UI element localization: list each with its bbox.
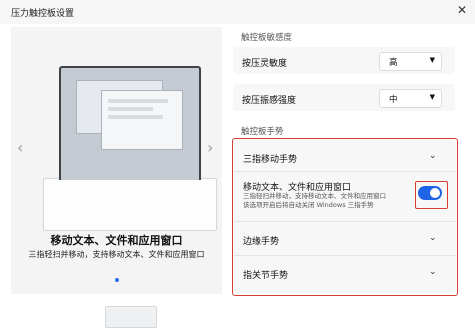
divider bbox=[234, 221, 456, 222]
caret-down-icon: ▼ bbox=[429, 56, 435, 64]
sensitivity-section-title: 触控板敏感度 bbox=[241, 33, 293, 43]
close-icon[interactable]: ✕ bbox=[455, 3, 469, 17]
chevron-down-icon[interactable]: ⌄ bbox=[429, 267, 437, 277]
chevron-left-icon[interactable]: ‹ bbox=[17, 138, 23, 157]
press-vibration-row: 按压振感强度 中 ▼ bbox=[233, 84, 455, 111]
window-illustration-front bbox=[101, 90, 183, 150]
preview-panel: ‹ › 移动文本、文件和应用窗口 三指轻扫并移动，支持移动文本、文件和应用窗口 bbox=[11, 27, 222, 328]
press-vibration-select[interactable]: 中 ▼ bbox=[379, 89, 442, 108]
press-sensitivity-label: 按压灵敏度 bbox=[242, 59, 288, 69]
move-windows-desc-line2: 该选项开启后将自动关闭 Windows 三指手势 bbox=[243, 201, 374, 209]
preview-heading: 移动文本、文件和应用窗口 bbox=[50, 234, 183, 247]
preview-description: 三指轻扫并移动，支持移动文本、文件和应用窗口 bbox=[28, 250, 205, 259]
chevron-down-icon[interactable]: ⌄ bbox=[429, 233, 437, 243]
divider bbox=[234, 171, 456, 172]
press-sensitivity-value: 高 bbox=[389, 58, 398, 68]
edge-gesture-label: 边缘手势 bbox=[243, 237, 280, 247]
move-windows-toggle[interactable] bbox=[418, 186, 442, 200]
gestures-section-title: 触控板手势 bbox=[241, 127, 284, 137]
window-title: 压力触控板设置 bbox=[11, 9, 75, 19]
toggle-knob bbox=[430, 188, 440, 198]
trackpad-illustration bbox=[105, 306, 157, 328]
move-windows-desc-line1: 三指轻扫并移动，支持移动文本、文件和应用窗口 bbox=[243, 192, 386, 200]
laptop-base-illustration bbox=[43, 178, 217, 328]
press-sensitivity-select[interactable]: 高 ▼ bbox=[379, 52, 442, 71]
press-vibration-label: 按压振感强度 bbox=[242, 96, 297, 106]
press-sensitivity-row: 按压灵敏度 高 ▼ bbox=[233, 47, 455, 74]
laptop-screen-illustration bbox=[59, 66, 201, 180]
knuckle-gesture-label: 指关节手势 bbox=[243, 271, 289, 281]
three-finger-label: 三指移动手势 bbox=[243, 155, 298, 165]
chevron-down-icon[interactable]: ⌄ bbox=[429, 151, 437, 161]
chevron-right-icon[interactable]: › bbox=[207, 138, 213, 157]
press-vibration-value: 中 bbox=[389, 95, 398, 105]
page-indicator-dot[interactable] bbox=[115, 278, 119, 282]
divider bbox=[234, 255, 456, 256]
caret-down-icon: ▼ bbox=[429, 93, 435, 101]
title-bar: 压力触控板设置 ✕ bbox=[0, 0, 475, 24]
